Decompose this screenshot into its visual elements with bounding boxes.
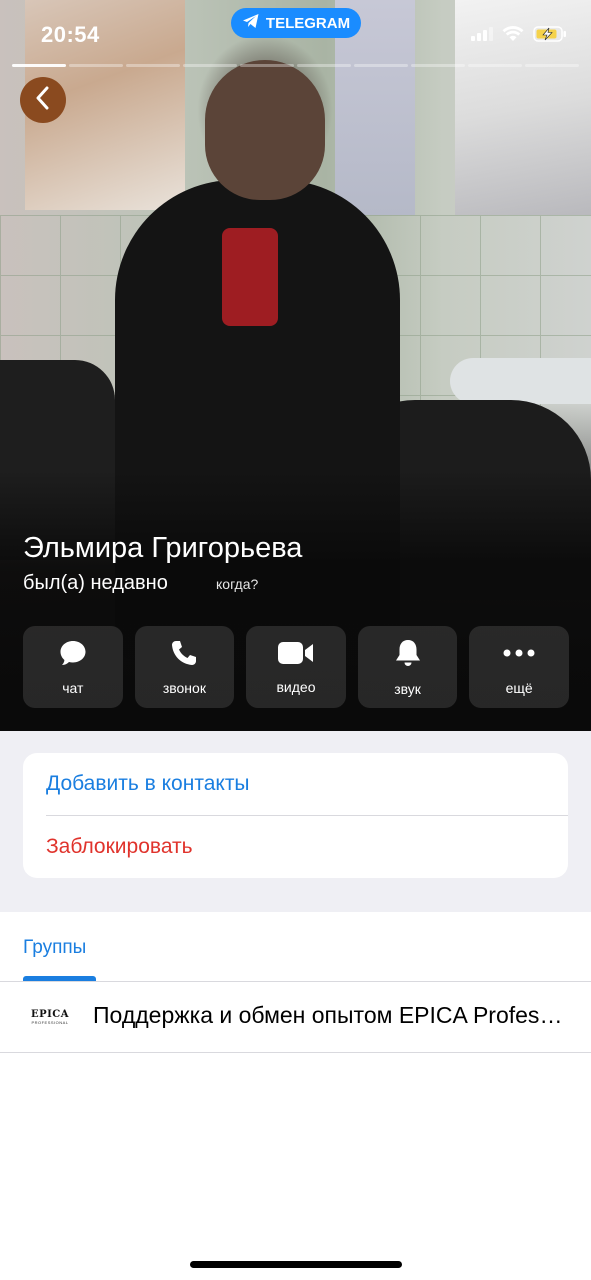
telegram-pill[interactable]: TELEGRAM bbox=[231, 8, 361, 38]
chat-button-label: чат bbox=[62, 679, 84, 696]
chat-bubble-icon bbox=[59, 639, 87, 672]
call-button-label: звонок bbox=[162, 679, 206, 696]
progress-segment bbox=[183, 64, 237, 67]
contact-actions-card: Добавить в контакты Заблокировать bbox=[23, 753, 568, 878]
status-time: 20:54 bbox=[41, 22, 100, 47]
system-icons bbox=[471, 26, 567, 47]
tab-groups[interactable]: Группы bbox=[23, 937, 86, 959]
profile-action-bar: чат звонок видео звук ещё bbox=[23, 626, 569, 708]
last-seen-when-link[interactable]: когда? bbox=[216, 576, 258, 592]
group-avatar: EPICA PROFESSIONAL bbox=[23, 1000, 77, 1034]
list-item[interactable]: EPICA PROFESSIONAL Поддержка и обмен опы… bbox=[0, 982, 591, 1052]
home-indicator[interactable] bbox=[190, 1261, 402, 1268]
back-button[interactable] bbox=[20, 77, 66, 123]
more-button[interactable]: ещё bbox=[469, 626, 569, 708]
background-sink bbox=[450, 358, 591, 404]
wifi-icon bbox=[502, 26, 524, 47]
video-camera-icon bbox=[277, 640, 315, 671]
profile-name: Эльмира Григорьева bbox=[23, 532, 303, 564]
status-bar: 20:54 TELEGRAM bbox=[0, 8, 591, 52]
call-button[interactable]: звонок bbox=[134, 626, 235, 708]
group-logo-text: EPICA bbox=[30, 1009, 70, 1020]
more-dots-icon bbox=[502, 639, 536, 672]
block-user-button[interactable]: Заблокировать bbox=[23, 816, 568, 878]
progress-segment bbox=[69, 64, 123, 67]
more-button-label: ещё bbox=[505, 679, 533, 696]
progress-segment bbox=[126, 64, 180, 67]
progress-segment bbox=[468, 64, 522, 67]
person-head bbox=[205, 60, 325, 200]
progress-segment bbox=[12, 64, 66, 67]
sound-button[interactable]: звук bbox=[357, 626, 458, 708]
progress-segment bbox=[297, 64, 351, 67]
telegram-plane-icon bbox=[242, 13, 260, 33]
add-to-contacts-button[interactable]: Добавить в контакты bbox=[23, 753, 568, 815]
battery-charging-icon bbox=[533, 26, 567, 47]
progress-segment bbox=[354, 64, 408, 67]
divider bbox=[0, 1052, 591, 1053]
group-title: Поддержка и обмен опытом EPICA Professio… bbox=[93, 1002, 573, 1028]
video-button[interactable]: видео bbox=[246, 626, 346, 708]
group-logo-subtext: PROFESSIONAL bbox=[31, 1020, 69, 1025]
phone-icon bbox=[170, 639, 198, 672]
signal-icon bbox=[471, 27, 493, 46]
held-phone bbox=[222, 228, 278, 326]
telegram-pill-label: TELEGRAM bbox=[265, 14, 351, 32]
shared-media-tabs: Группы bbox=[0, 912, 591, 982]
photo-progress-segments bbox=[12, 64, 579, 67]
sound-button-label: звук bbox=[394, 680, 421, 697]
bell-icon bbox=[394, 638, 422, 673]
profile-photo-header[interactable] bbox=[0, 0, 591, 731]
last-seen-status: был(а) недавно bbox=[23, 572, 168, 594]
chevron-left-icon bbox=[35, 86, 51, 115]
progress-segment bbox=[411, 64, 465, 67]
chat-button[interactable]: чат bbox=[23, 626, 123, 708]
video-button-label: видео bbox=[276, 678, 316, 695]
progress-segment bbox=[525, 64, 579, 67]
progress-segment bbox=[240, 64, 294, 67]
